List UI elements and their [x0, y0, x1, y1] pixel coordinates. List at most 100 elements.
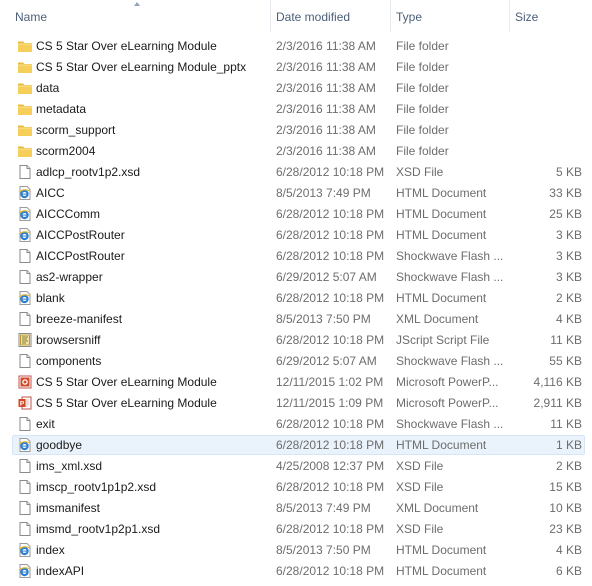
file-row[interactable]: scorm_support 2/3/2016 11:38 AM File folde… — [0, 120, 592, 141]
file-row[interactable]: AICC 8/5/2013 7:49 PM HTML Document 33 KB — [0, 183, 592, 204]
file-row[interactable]: AICCPostRouter 6/28/2012 10:18 PM HTML Doc… — [0, 225, 592, 246]
file-icon — [17, 353, 33, 369]
folder-icon — [17, 143, 33, 159]
file-row[interactable]: CS 5 Star Over eLearning Module_pptx 2/3/… — [0, 57, 592, 78]
file-name: data — [36, 81, 60, 95]
file-size: 11 KB — [550, 333, 582, 347]
file-type: Microsoft PowerP... — [396, 396, 499, 410]
file-date-modified: 8/5/2013 7:50 PM — [276, 543, 371, 557]
file-icon — [17, 458, 33, 474]
column-header-date-modified[interactable]: Date modified — [276, 0, 350, 32]
file-name: ims_xml.xsd — [36, 459, 103, 473]
file-name: imscp_rootv1p1p2.xsd — [36, 480, 157, 494]
file-row[interactable]: browsersniff 6/28/2012 10:18 PM JScript Sc… — [0, 330, 592, 351]
file-size: 3 KB — [555, 270, 582, 284]
file-type: File folder — [396, 60, 449, 74]
file-row[interactable]: goodbye 6/28/2012 10:18 PM HTML Document 1 … — [0, 435, 592, 456]
file-type: XML Document — [396, 312, 479, 326]
folder-icon — [17, 122, 33, 138]
file-name: metadata — [36, 102, 87, 116]
file-name: indexAPI — [36, 564, 85, 578]
file-type: HTML Document — [396, 564, 487, 578]
file-name: imsmd_rootv1p2p1.xsd — [36, 522, 161, 536]
file-row[interactable]: CS 5 Star Over eLearning Module 12/11/201… — [0, 372, 592, 393]
file-size: 6 KB — [555, 564, 582, 578]
file-date-modified: 6/28/2012 10:18 PM — [276, 480, 385, 494]
file-name: CS 5 Star Over eLearning Module — [36, 396, 217, 410]
folder-icon — [17, 38, 33, 54]
file-type: XSD File — [396, 522, 444, 536]
script-icon — [17, 332, 33, 348]
file-name: adlcp_rootv1p2.xsd — [36, 165, 141, 179]
file-size: 5 KB — [555, 165, 582, 179]
file-date-modified: 6/28/2012 10:18 PM — [276, 228, 385, 242]
file-size: 55 KB — [549, 354, 582, 368]
file-row[interactable]: index 8/5/2013 7:50 PM HTML Document 4 KB — [0, 540, 592, 561]
file-type: HTML Document — [396, 543, 487, 557]
file-type: File folder — [396, 102, 449, 116]
file-date-modified: 6/28/2012 10:18 PM — [276, 417, 385, 431]
column-header-name[interactable]: Name — [15, 0, 47, 32]
column-divider[interactable] — [270, 0, 271, 32]
file-row[interactable]: AICCComm 6/28/2012 10:18 PM HTML Document 2… — [0, 204, 592, 225]
file-date-modified: 6/28/2012 10:18 PM — [276, 333, 385, 347]
file-type: HTML Document — [396, 291, 487, 305]
svg-text:P: P — [20, 401, 25, 408]
file-type: File folder — [396, 144, 449, 158]
file-row[interactable]: adlcp_rootv1p2.xsd 6/28/2012 10:18 PM XSD … — [0, 162, 592, 183]
file-date-modified: 6/28/2012 10:18 PM — [276, 165, 385, 179]
file-row[interactable]: metadata 2/3/2016 11:38 AM File folder — [0, 99, 592, 120]
column-divider[interactable] — [390, 0, 391, 32]
file-icon — [17, 479, 33, 495]
file-row[interactable]: P CS 5 Star Over eLearning Module 12/11/20… — [0, 393, 592, 414]
file-name: AICC — [36, 186, 65, 200]
powerpoint-icon: P — [17, 395, 33, 411]
powerpoint-show-icon — [17, 374, 33, 390]
file-type: JScript Script File — [396, 333, 490, 347]
file-row[interactable]: data 2/3/2016 11:38 AM File folder — [0, 78, 592, 99]
file-type: Shockwave Flash ... — [396, 417, 504, 431]
ie-html-icon — [17, 542, 33, 558]
file-name: index — [36, 543, 65, 557]
file-row[interactable]: breeze-manifest 8/5/2013 7:50 PM XML Docum… — [0, 309, 592, 330]
file-row[interactable]: as2-wrapper 6/29/2012 5:07 AM Shockwave Fl… — [0, 267, 592, 288]
file-type: File folder — [396, 81, 449, 95]
file-name: as2-wrapper — [36, 270, 103, 284]
file-row[interactable]: imsmd_rootv1p2p1.xsd 6/28/2012 10:18 PM XS… — [0, 519, 592, 540]
ie-html-icon — [17, 563, 33, 579]
file-type: XSD File — [396, 459, 444, 473]
file-type: File folder — [396, 39, 449, 53]
file-size: 1 KB — [555, 438, 582, 452]
column-header-size[interactable]: Size — [515, 0, 538, 32]
file-row[interactable]: imsmanifest 8/5/2013 7:49 PM XML Document 1… — [0, 498, 592, 519]
file-date-modified: 2/3/2016 11:38 AM — [276, 39, 376, 53]
file-date-modified: 6/28/2012 10:18 PM — [276, 564, 385, 578]
file-row[interactable]: blank 6/28/2012 10:18 PM HTML Document 2 KB — [0, 288, 592, 309]
file-type: Shockwave Flash ... — [396, 249, 504, 263]
file-row[interactable]: exit 6/28/2012 10:18 PM Shockwave Flash ..… — [0, 414, 592, 435]
file-date-modified: 6/28/2012 10:18 PM — [276, 522, 385, 536]
ie-html-icon — [17, 227, 33, 243]
file-icon — [17, 248, 33, 264]
file-date-modified: 6/28/2012 10:18 PM — [276, 249, 385, 263]
file-icon — [17, 269, 33, 285]
file-date-modified: 6/29/2012 5:07 AM — [276, 354, 377, 368]
file-row[interactable]: indexAPI 6/28/2012 10:18 PM HTML Document 6… — [0, 561, 592, 582]
column-header-type[interactable]: Type — [396, 0, 422, 32]
file-size: 33 KB — [549, 186, 582, 200]
file-date-modified: 2/3/2016 11:38 AM — [276, 81, 376, 95]
file-name: scorm2004 — [36, 144, 96, 158]
file-date-modified: 2/3/2016 11:38 AM — [276, 60, 376, 74]
file-row[interactable]: ims_xml.xsd 4/25/2008 12:37 PM XSD File 2 K… — [0, 456, 592, 477]
file-row[interactable]: imscp_rootv1p1p2.xsd 6/28/2012 10:18 PM XS… — [0, 477, 592, 498]
file-row[interactable]: components 6/29/2012 5:07 AM Shockwave Fla… — [0, 351, 592, 372]
file-date-modified: 2/3/2016 11:38 AM — [276, 102, 376, 116]
file-row[interactable]: CS 5 Star Over eLearning Module 2/3/2016 … — [0, 36, 592, 57]
column-divider[interactable] — [509, 0, 510, 32]
file-row[interactable]: scorm2004 2/3/2016 11:38 AM File folder — [0, 141, 592, 162]
file-type: XSD File — [396, 165, 444, 179]
file-size: 23 KB — [549, 522, 582, 536]
file-icon — [17, 500, 33, 516]
file-date-modified: 6/28/2012 10:18 PM — [276, 207, 385, 221]
file-row[interactable]: AICCPostRouter 6/28/2012 10:18 PM Shockwav… — [0, 246, 592, 267]
